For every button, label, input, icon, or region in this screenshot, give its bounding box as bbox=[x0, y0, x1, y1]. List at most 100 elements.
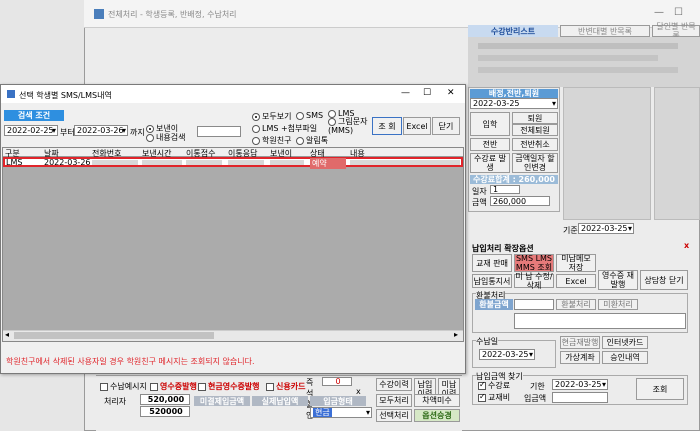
pay-day-label: 수납일 bbox=[476, 336, 499, 347]
amount-value[interactable]: 260,000 bbox=[490, 196, 550, 206]
sms-lookup-button[interactable]: SMS LMS MMS 조회 bbox=[514, 254, 554, 272]
discount-x: x bbox=[356, 387, 361, 396]
scroll-thumb[interactable] bbox=[14, 332, 214, 339]
background-titlebar: 전체처리 - 학생등록, 반배정, 수납처리 — ☐ bbox=[84, 0, 700, 28]
check-cash-receipt[interactable]: 현금영수증발행 bbox=[198, 381, 260, 392]
dialog-maximize-icon[interactable]: ☐ bbox=[423, 88, 431, 98]
days-value[interactable]: 1 bbox=[490, 185, 520, 194]
approval-history-button[interactable]: 승인내역 bbox=[602, 351, 648, 364]
dialog-minimize-icon[interactable]: — bbox=[401, 88, 410, 98]
amount-label: 금액 bbox=[472, 198, 487, 207]
warning-text: 학원친구에서 삭제된 사용자일 경우 학원친구 메시지는 조회되지 않습니다. bbox=[6, 357, 255, 366]
row-recv bbox=[186, 160, 222, 165]
days-label: 일자 bbox=[472, 187, 487, 196]
class-list-panel bbox=[468, 37, 700, 87]
amount-total-2: 520000 bbox=[140, 406, 190, 417]
refund-button[interactable]: 환불처리 bbox=[556, 299, 596, 310]
pay-notice-button[interactable]: 납입통지서 bbox=[472, 274, 512, 288]
history-button[interactable]: 수강이력 bbox=[376, 378, 412, 391]
processor-label: 처리자 bbox=[104, 397, 127, 406]
radio-alimtalk[interactable]: 알림톡 bbox=[296, 135, 328, 146]
textbook-checkbox[interactable]: 교재비 bbox=[478, 392, 510, 403]
dialog-titlebar: 선택 학생별 SMS/LMS내역 — ☐ ✕ bbox=[1, 85, 465, 103]
tab-class-by-month[interactable]: 달인별 반목록 bbox=[652, 22, 700, 40]
unrefund-button[interactable]: 미환처리 bbox=[598, 299, 638, 310]
internet-card-button[interactable]: 인터넷카드 bbox=[602, 336, 648, 349]
radio-mms[interactable]: 그림문자 (MMS) bbox=[328, 117, 370, 135]
check-credit-card[interactable]: 신용카드 bbox=[266, 381, 305, 392]
radio-academy-friend[interactable]: 학원친구 bbox=[252, 135, 291, 146]
all-process-button[interactable]: 모두처리 bbox=[376, 394, 412, 407]
assign-date[interactable]: 2022-03-25 bbox=[470, 98, 558, 109]
option-change-button[interactable]: 옵션승경 bbox=[414, 409, 460, 422]
keyword-input[interactable] bbox=[197, 126, 241, 137]
unpaid-memo-button[interactable]: 미납메모 저장 bbox=[556, 254, 596, 272]
selected-process-button[interactable]: 선택처리 bbox=[376, 409, 412, 422]
scroll-right-icon[interactable]: ▸ bbox=[454, 330, 458, 339]
deposit-input[interactable] bbox=[552, 392, 608, 403]
dialog-app-icon bbox=[7, 90, 15, 98]
dialog-excel-button[interactable]: Excel bbox=[403, 117, 431, 135]
transfer-button[interactable]: 전반 bbox=[470, 138, 510, 151]
to-suffix: 까지 bbox=[130, 128, 145, 137]
tab-class-list[interactable]: 수강반리스트 bbox=[468, 25, 558, 37]
refund-amount-label: 환불금액 bbox=[475, 299, 513, 310]
radio-sms[interactable]: SMS bbox=[296, 111, 323, 120]
period-date[interactable]: 2022-03-25 bbox=[552, 379, 608, 390]
date-from[interactable]: 2022-02-25 bbox=[4, 125, 58, 136]
row-status: 예약 bbox=[310, 158, 346, 169]
refund-memo[interactable] bbox=[514, 313, 686, 329]
col-pay-type: 입금형태 bbox=[310, 396, 366, 406]
row-sender bbox=[270, 160, 304, 165]
transfer-cancel-button[interactable]: 전반취소 bbox=[512, 138, 558, 151]
radio-content-search[interactable]: 내용검색 bbox=[146, 132, 185, 143]
search-condition-label: 검색 조건 bbox=[4, 110, 64, 121]
row-phone bbox=[92, 160, 138, 165]
col-actual-paid: 실제납입액 bbox=[252, 396, 308, 406]
radio-view-all[interactable]: 모두보기 bbox=[252, 111, 291, 122]
receipt-reissue-button[interactable]: 영수증 재발행 bbox=[598, 270, 638, 290]
pay-close-x[interactable]: x bbox=[684, 241, 689, 250]
dialog-close-button[interactable]: 닫기 bbox=[432, 117, 460, 135]
all-withdraw-button[interactable]: 전체퇴원 bbox=[512, 124, 558, 136]
pay-type-select[interactable]: 현금 bbox=[310, 407, 372, 418]
date-to[interactable]: 2022-03-26 bbox=[74, 125, 128, 136]
cash-reissue-button[interactable]: 현금재발행 bbox=[560, 336, 600, 349]
radio-lms-file[interactable]: LMS +첨부파일 bbox=[252, 123, 317, 134]
tuition-checkbox[interactable]: 수강료 bbox=[478, 380, 510, 391]
from-suffix: 부터 bbox=[60, 128, 75, 137]
virtual-account-button[interactable]: 가상계좌 bbox=[560, 351, 600, 364]
check-notice[interactable]: 수납예시지 bbox=[100, 381, 147, 392]
pay-date[interactable]: 2022-03-25 bbox=[479, 349, 535, 360]
pay-type-value: 현금 bbox=[313, 408, 332, 417]
dialog-search-button[interactable]: 조 회 bbox=[372, 117, 402, 135]
amount-total-1: 520,000 bbox=[140, 394, 190, 405]
refund-amount-input[interactable] bbox=[514, 299, 554, 310]
col-unpaid-deposit: 미결제입금액 bbox=[194, 396, 250, 406]
unpaid-edit-button[interactable]: 미 납 수정/삭제 bbox=[514, 272, 554, 290]
withdraw-button[interactable]: 퇴원 bbox=[512, 112, 558, 124]
admit-button[interactable]: 입학 bbox=[470, 112, 510, 136]
bg-maximize-icon[interactable]: ☐ bbox=[674, 7, 683, 18]
bg-minimize-icon[interactable]: — bbox=[654, 7, 664, 18]
discount-input[interactable]: 0 bbox=[322, 377, 352, 386]
discount-change-button[interactable]: 금액일자 할인변경 bbox=[512, 153, 558, 173]
diff-unpaid-button[interactable]: 차액미수 bbox=[414, 394, 460, 407]
check-receipt[interactable]: 영수증발행 bbox=[150, 381, 197, 392]
consult-close-button[interactable]: 상담창 닫기 bbox=[640, 270, 688, 290]
pay-excel-button[interactable]: Excel bbox=[556, 274, 596, 288]
class-detail-panel bbox=[563, 87, 651, 220]
base-date[interactable]: 2022-03-25 bbox=[578, 223, 634, 234]
class-detail-panel-2 bbox=[654, 87, 700, 220]
row-type: LMS bbox=[6, 158, 23, 167]
pay-search-button[interactable]: 조회 bbox=[636, 378, 684, 400]
textbook-sale-button[interactable]: 교재 판매 bbox=[472, 254, 512, 272]
scroll-left-icon[interactable]: ◂ bbox=[5, 330, 9, 339]
fee-total: 수강료합계 : 260,000 bbox=[470, 175, 558, 184]
dialog-title: 선택 학생별 SMS/LMS내역 bbox=[19, 91, 112, 100]
dialog-close-icon[interactable]: ✕ bbox=[447, 88, 455, 98]
sms-grid bbox=[2, 147, 464, 342]
fee-generate-button[interactable]: 수강료 발생 bbox=[470, 153, 510, 173]
tab-class-by-teacher[interactable]: 반변대별 반목록 bbox=[560, 25, 650, 37]
row-date: 2022-03-26 bbox=[44, 158, 91, 167]
